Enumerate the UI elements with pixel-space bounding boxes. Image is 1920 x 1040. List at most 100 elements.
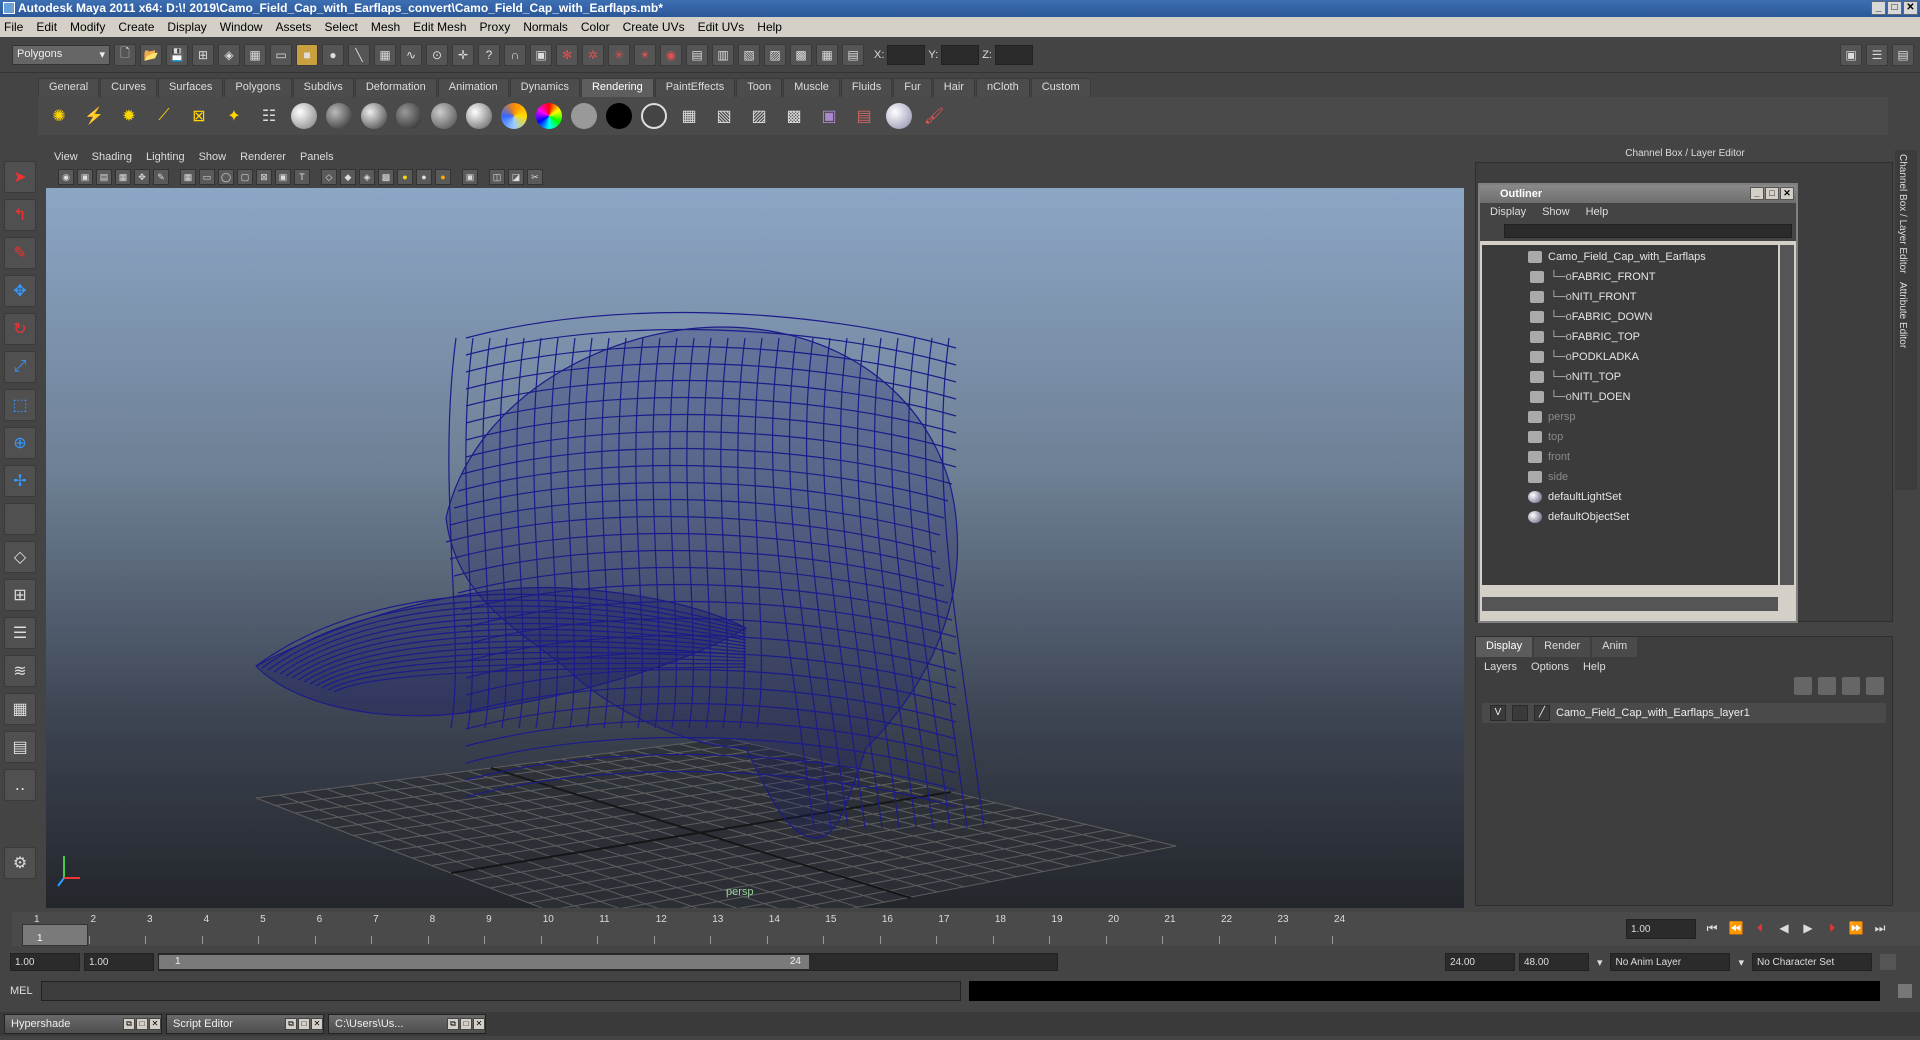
show-hide-channel-box-icon[interactable]: ▤	[1892, 43, 1914, 66]
playback-end-field[interactable]	[1444, 953, 1515, 971]
render-settings-icon[interactable]: ✴	[634, 43, 656, 66]
show-hide-attr-editor-icon[interactable]: ▣	[1840, 43, 1862, 66]
script-icon[interactable]: ⚙	[4, 847, 36, 879]
textured-icon[interactable]: ▩	[378, 169, 394, 185]
layer-menu-layers[interactable]: Layers	[1484, 661, 1517, 673]
outliner-menu-show[interactable]: Show	[1542, 203, 1570, 221]
mode-selector[interactable]: Polygons ▾	[12, 44, 110, 65]
2d-pan-icon[interactable]: ✥	[134, 169, 150, 185]
task-script-editor[interactable]: Script Editor ⧉ □ ✕	[166, 1014, 324, 1034]
area-light-icon[interactable]: ⊠	[184, 101, 214, 131]
directional-light-icon[interactable]: ⚡	[79, 101, 109, 131]
outliner-filter-input[interactable]	[1504, 224, 1792, 238]
shelf-tab-curves[interactable]: Curves	[100, 78, 157, 97]
outliner-item[interactable]: └─o NITI_FRONT	[1482, 287, 1778, 307]
task-explorer[interactable]: C:\Users\Us... ⧉ □ ✕	[328, 1014, 486, 1034]
layout-options-icon[interactable]: ‥	[4, 769, 36, 801]
outliner-menu-display[interactable]: Display	[1490, 203, 1526, 221]
script-editor-icon[interactable]	[1898, 984, 1912, 998]
layer-tab-display[interactable]: Display	[1476, 637, 1533, 657]
soft-mod-tool-icon[interactable]: ⊕	[4, 427, 36, 459]
menu-color[interactable]: Color	[581, 20, 610, 34]
menu-create-uvs[interactable]: Create UVs	[623, 20, 685, 34]
phonge-icon[interactable]	[429, 101, 459, 131]
character-set-select[interactable]	[1752, 953, 1872, 971]
outliner-vscroll[interactable]	[1780, 245, 1794, 585]
task-close-icon[interactable]: ✕	[473, 1018, 485, 1030]
curve-snap-icon[interactable]: ∿	[400, 43, 422, 66]
outliner-item[interactable]: side	[1482, 467, 1778, 487]
layer-tab-render[interactable]: Render	[1534, 637, 1591, 657]
line-snap-icon[interactable]: ╲	[348, 43, 370, 66]
blinn-icon[interactable]	[359, 101, 389, 131]
xray-joints-icon[interactable]: ◪	[508, 169, 524, 185]
move-tool-icon[interactable]: ✥	[4, 275, 36, 307]
snap-point-icon[interactable]: ⊙	[426, 43, 448, 66]
anim-layer-select[interactable]	[1610, 953, 1731, 971]
bookmark-icon[interactable]: ▤	[96, 169, 112, 185]
command-language-label[interactable]: MEL	[10, 985, 33, 997]
sel-filter-icon[interactable]: ▧	[738, 43, 760, 66]
vp-menu-panels[interactable]: Panels	[300, 151, 334, 163]
render-layer-icon[interactable]: ☷	[254, 101, 284, 131]
shelf-tab-hair[interactable]: Hair	[932, 78, 975, 97]
task-max-icon[interactable]: □	[298, 1018, 310, 1030]
task-restore-icon[interactable]: ⧉	[447, 1018, 459, 1030]
new-layer-selected-icon[interactable]	[1866, 677, 1884, 695]
playback-start-field[interactable]	[84, 953, 154, 971]
isolate-select-icon[interactable]: ▣	[462, 169, 478, 185]
shelf-tab-rendering[interactable]: Rendering	[580, 78, 654, 97]
outliner-item[interactable]: └─o FABRIC_DOWN	[1482, 307, 1778, 327]
ao-icon[interactable]: ●	[435, 169, 451, 185]
lambert-icon[interactable]	[324, 101, 354, 131]
sel-mask-icon[interactable]: ▥	[712, 43, 734, 66]
task-hypershade[interactable]: Hypershade ⧉ □ ✕	[4, 1014, 162, 1034]
menu-create[interactable]: Create	[118, 20, 154, 34]
outliner-item[interactable]: defaultLightSet	[1482, 487, 1778, 507]
outliner-persp-layout-icon[interactable]: ☰	[4, 617, 36, 649]
construction-history-icon[interactable]: ✻	[556, 43, 578, 66]
question-icon[interactable]: ?	[478, 43, 500, 66]
xray-icon[interactable]: ◫	[489, 169, 505, 185]
play-forwards-icon[interactable]: ▶	[1800, 921, 1816, 937]
task-max-icon[interactable]: □	[136, 1018, 148, 1030]
task-close-icon[interactable]: ✕	[311, 1018, 323, 1030]
wireframe-on-shaded-icon[interactable]: ◈	[359, 169, 375, 185]
side-tab-attribute-editor[interactable]: Attribute Editor	[1895, 278, 1910, 352]
paint-select-tool-icon[interactable]: ✎	[4, 237, 36, 269]
grid-toggle-icon[interactable]: ▦	[180, 169, 196, 185]
menu-file[interactable]: File	[4, 20, 23, 34]
point-snap-icon[interactable]: ●	[322, 43, 344, 66]
texture-file-icon[interactable]: ▦	[674, 101, 704, 131]
panel-layout3-icon[interactable]: ▦	[816, 43, 838, 66]
save-scene-icon[interactable]: 💾	[166, 43, 188, 66]
use-all-lights-icon[interactable]: ●	[397, 169, 413, 185]
outliner-item[interactable]: Camo_Field_Cap_with_Earflaps	[1482, 247, 1778, 267]
menu-edit-mesh[interactable]: Edit Mesh	[413, 20, 466, 34]
range-slider-thumb[interactable]: 1 24	[159, 955, 809, 969]
outliner-item[interactable]: front	[1482, 447, 1778, 467]
shelf-tab-general[interactable]: General	[38, 78, 100, 97]
ambient-light-icon[interactable]: ✺	[44, 101, 74, 131]
hypershade-shelf-icon[interactable]	[884, 101, 914, 131]
surface-shader-icon[interactable]	[569, 101, 599, 131]
step-back-key-icon[interactable]: ⏴	[1752, 921, 1768, 937]
panel-layout2-icon[interactable]: ▩	[790, 43, 812, 66]
side-tab-channel-box[interactable]: Channel Box / Layer Editor	[1895, 150, 1910, 278]
y-field[interactable]	[941, 44, 980, 65]
shelf-tab-dynamics[interactable]: Dynamics	[509, 78, 580, 97]
task-max-icon[interactable]: □	[460, 1018, 472, 1030]
menu-normals[interactable]: Normals	[523, 20, 568, 34]
ramp-shader-icon[interactable]	[499, 101, 529, 131]
camera-select-icon[interactable]: ◉	[58, 169, 74, 185]
point-light-icon[interactable]: ✹	[114, 101, 144, 131]
persp-graph-layout-icon[interactable]: ▤	[4, 731, 36, 763]
resolution-gate-icon[interactable]: ◯	[218, 169, 234, 185]
menu-help[interactable]: Help	[757, 20, 782, 34]
wireframe-icon[interactable]: ◇	[321, 169, 337, 185]
rotate-tool-icon[interactable]: ↻	[4, 313, 36, 345]
use-background-icon[interactable]	[604, 101, 634, 131]
sphere-render-icon[interactable]	[289, 101, 319, 131]
go-to-start-icon[interactable]: ⏮	[1704, 921, 1720, 937]
render-icon[interactable]: ✲	[582, 43, 604, 66]
